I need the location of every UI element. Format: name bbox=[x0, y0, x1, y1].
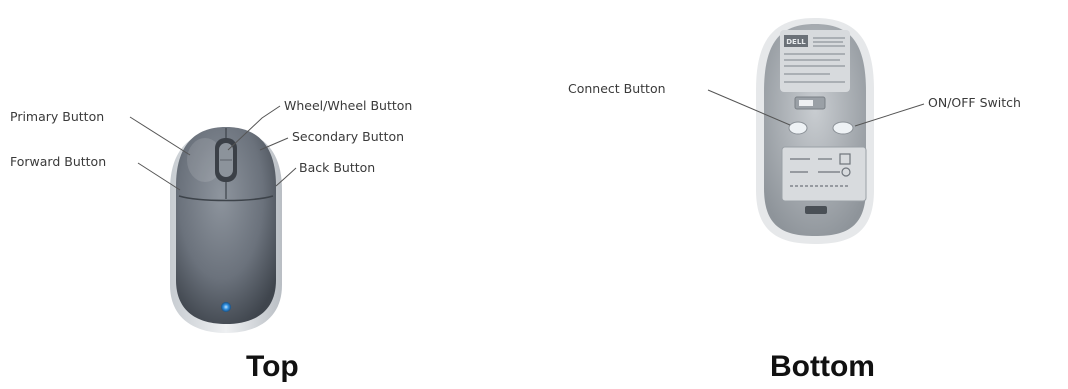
leader-primary bbox=[129, 116, 191, 156]
logo-dell: DELL bbox=[786, 38, 806, 46]
connect-button bbox=[788, 121, 808, 135]
diagram-graphics: DELL bbox=[129, 18, 925, 333]
mouse-top-view bbox=[170, 127, 282, 333]
label-power-switch: ON/OFF Switch bbox=[928, 95, 1021, 110]
battery-cover bbox=[781, 146, 867, 202]
caption-top: Top bbox=[246, 350, 299, 383]
mouse-diagram: DELL Primary Button Forward Button Wheel… bbox=[0, 0, 1068, 389]
power-switch bbox=[832, 121, 854, 135]
rear-notch bbox=[805, 206, 827, 214]
label-back-button: Back Button bbox=[299, 160, 376, 175]
label-connect-button: Connect Button bbox=[568, 81, 666, 96]
label-primary-button: Primary Button bbox=[10, 109, 105, 124]
label-secondary-button: Secondary Button bbox=[292, 129, 405, 144]
mouse-bottom-view: DELL bbox=[756, 18, 874, 244]
label-wheel-button: Wheel/Wheel Button bbox=[284, 98, 413, 113]
led-indicator bbox=[221, 302, 231, 312]
label-forward-button: Forward Button bbox=[10, 154, 107, 169]
caption-bottom: Bottom bbox=[770, 350, 875, 383]
